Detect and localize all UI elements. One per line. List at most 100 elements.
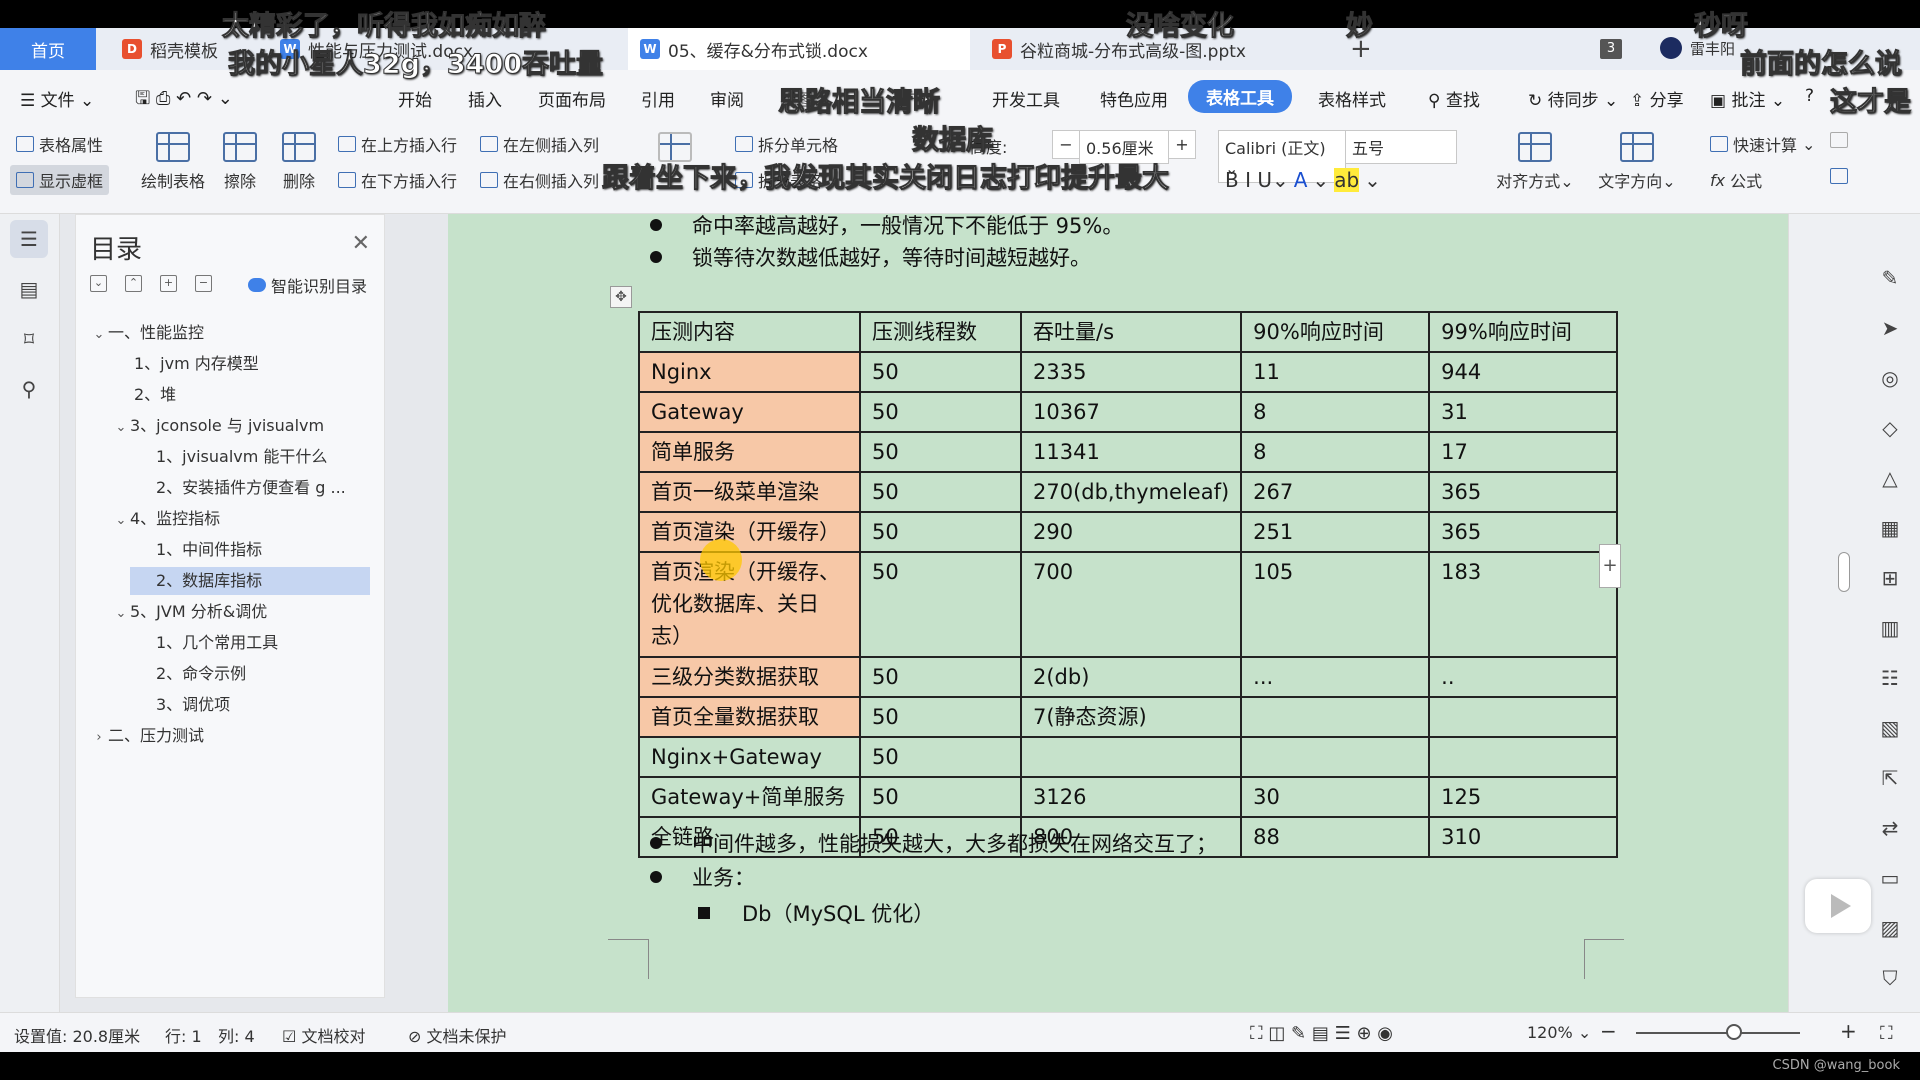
table-cell[interactable]: 17	[1428, 431, 1619, 473]
table-header-cell[interactable]: 压测线程数	[859, 311, 1022, 353]
table-cell[interactable]: 8	[1240, 431, 1431, 473]
sync-button[interactable]: ↻ 待同步 ⌄	[1528, 86, 1618, 111]
tab-doc-cache-lock[interactable]: W 05、缓存&分布式锁.docx	[628, 28, 970, 70]
zoom-slider-knob[interactable]	[1726, 1024, 1742, 1040]
pen-icon[interactable]: ✎	[1876, 264, 1904, 292]
table-cell[interactable]	[1240, 696, 1431, 738]
table-cell[interactable]	[1428, 696, 1619, 738]
share-button[interactable]: ⇪ 分享	[1630, 86, 1684, 111]
toc-item[interactable]: › 二、压力测试	[76, 722, 376, 750]
expand-up-icon[interactable]: ⌃	[125, 275, 142, 292]
image-icon[interactable]: ▨	[1876, 914, 1904, 942]
window-count-badge[interactable]: 3	[1600, 39, 1622, 59]
table-cell[interactable]: 310	[1428, 816, 1619, 858]
table-cell[interactable]: 88	[1240, 816, 1431, 858]
delete-button[interactable]: 删除	[275, 132, 323, 192]
convert-text-button[interactable]	[1830, 168, 1848, 184]
chart-icon[interactable]: ▥	[1876, 614, 1904, 642]
close-icon[interactable]: ✕	[352, 231, 370, 256]
table-icon[interactable]: ▦	[1876, 514, 1904, 542]
toc-item[interactable]: ⌄ 一、性能监控	[76, 319, 376, 347]
play-button[interactable]	[1805, 879, 1871, 933]
table-cell[interactable]	[1019, 736, 1243, 778]
table-cell[interactable]: 270(db,thymeleaf)	[1019, 471, 1243, 513]
table-cell[interactable]: 50	[859, 351, 1022, 393]
draw-table-button[interactable]: 绘制表格	[138, 132, 208, 192]
toc-panel-icon[interactable]: ☰	[10, 220, 48, 258]
table-cell[interactable]: ...	[1240, 656, 1431, 698]
table-cell[interactable]: 251	[1240, 511, 1431, 553]
toc-item[interactable]: ⌄ 4、监控指标	[76, 505, 376, 533]
toc-item[interactable]: 1、中间件指标	[76, 536, 376, 564]
location-icon[interactable]: ◎	[1876, 364, 1904, 392]
text-direction-button[interactable]: 文字方向⌄	[1597, 132, 1677, 192]
toc-item[interactable]: 3、调优项	[76, 691, 376, 719]
text-format-buttons[interactable]: B I U⌄ A ⌄ ab ⌄	[1225, 168, 1381, 192]
toc-item[interactable]: ⌄ 3、jconsole 与 jvisualvm	[76, 412, 376, 440]
font-size-select[interactable]: 五号	[1345, 130, 1457, 164]
table-cell[interactable]: 50	[859, 776, 1022, 818]
toc-item[interactable]: 2、命令示例	[76, 660, 376, 688]
table-cell[interactable]: 267	[1240, 471, 1431, 513]
find-button[interactable]: ⚲ 查找	[1428, 86, 1480, 111]
view-mode-buttons[interactable]: ⛶ ◫ ✎ ▤ ☰ ⊕ ◉	[1250, 1023, 1393, 1044]
translate-icon[interactable]: ⇄	[1876, 814, 1904, 842]
menu-reference[interactable]: 引用	[641, 86, 675, 111]
tab-home[interactable]: 首页	[0, 28, 96, 70]
remove-heading-icon[interactable]: −	[195, 275, 212, 292]
table-header-cell[interactable]: 99%响应时间	[1428, 311, 1619, 353]
show-grid-button[interactable]: 显示虚框	[10, 165, 110, 195]
grid-view-icon[interactable]: ⊞	[1876, 564, 1904, 592]
collapse-all-icon[interactable]: ⌄	[90, 275, 107, 292]
pages-panel-icon[interactable]: ▤	[10, 270, 48, 308]
table-cell[interactable]: 7(静态资源)	[1019, 696, 1243, 738]
table-cell[interactable]	[1428, 736, 1619, 778]
scrollbar-thumb[interactable]	[1838, 552, 1850, 592]
export-icon[interactable]: ⇱	[1876, 764, 1904, 792]
table-header-cell[interactable]: 吞吐量/s	[1019, 311, 1243, 353]
insert-row-below-button[interactable]: 在下方插入行	[338, 168, 457, 192]
table-cell[interactable]: ..	[1428, 656, 1619, 698]
table-cell[interactable]: 首页一级菜单渲染	[638, 471, 861, 513]
add-heading-icon[interactable]: +	[160, 275, 177, 292]
insert-col-right-button[interactable]: 在右侧插入列	[480, 168, 599, 192]
formula-button[interactable]: fx 公式	[1710, 168, 1762, 192]
toc-item[interactable]: 1、jvm 内存模型	[76, 350, 376, 378]
table-cell[interactable]: 50	[859, 511, 1022, 553]
smart-toc-button[interactable]: 智能识别目录	[248, 273, 367, 297]
table-cell[interactable]: Gateway+简单服务	[638, 776, 861, 818]
table-move-handle[interactable]: ✥	[610, 286, 632, 308]
zoom-out-button[interactable]: −	[1600, 1019, 1617, 1043]
table-cell[interactable]: 50	[859, 736, 1022, 778]
document-page[interactable]: 命中率越高越好，一般情况下不能低于 95%。 锁等待次数越低越好，等待时间越短越…	[448, 214, 1788, 1012]
bookmark-icon[interactable]: ⌑	[10, 320, 48, 358]
settings-sliders-icon[interactable]: ☷	[1876, 664, 1904, 692]
pointer-icon[interactable]: ➤	[1876, 314, 1904, 342]
table-cell[interactable]: Gateway	[638, 391, 861, 433]
comment-button[interactable]: ▣ 批注 ⌄	[1710, 86, 1785, 111]
table-cell[interactable]: 50	[859, 656, 1022, 698]
align-button[interactable]: 对齐方式⌄	[1495, 132, 1575, 192]
split-cells-button[interactable]: 拆分单元格	[735, 132, 838, 156]
table-cell[interactable]: 11	[1240, 351, 1431, 393]
table-cell[interactable]: 首页渲染（开缓存、优化数据库、关日志）	[638, 551, 861, 658]
toc-item[interactable]: 2、安装插件方便查看 g ...	[76, 474, 376, 502]
table-cell[interactable]: 700	[1019, 551, 1243, 658]
shapes-icon[interactable]: ◇	[1876, 414, 1904, 442]
table-cell[interactable]: 105	[1240, 551, 1431, 658]
table-cell[interactable]: 50	[859, 431, 1022, 473]
table-cell[interactable]: 8	[1240, 391, 1431, 433]
zoom-in-button[interactable]: +	[1840, 1019, 1857, 1043]
menu-table-tools[interactable]: 表格工具	[1188, 80, 1292, 113]
table-cell[interactable]: 30	[1240, 776, 1431, 818]
toc-item[interactable]: 2、堆	[76, 381, 376, 409]
fill-icon[interactable]: △	[1876, 464, 1904, 492]
table-header-cell[interactable]: 压测内容	[638, 311, 861, 353]
insert-col-left-button[interactable]: 在左侧插入列	[480, 132, 599, 156]
toc-item-selected[interactable]: 2、数据库指标	[130, 567, 370, 595]
table-cell[interactable]: 365	[1428, 471, 1619, 513]
table-cell[interactable]: 三级分类数据获取	[638, 656, 861, 698]
help-button[interactable]: ?	[1805, 86, 1814, 106]
find-replace-icon[interactable]: ⚲	[10, 370, 48, 408]
archive-icon[interactable]: ▭	[1876, 864, 1904, 892]
